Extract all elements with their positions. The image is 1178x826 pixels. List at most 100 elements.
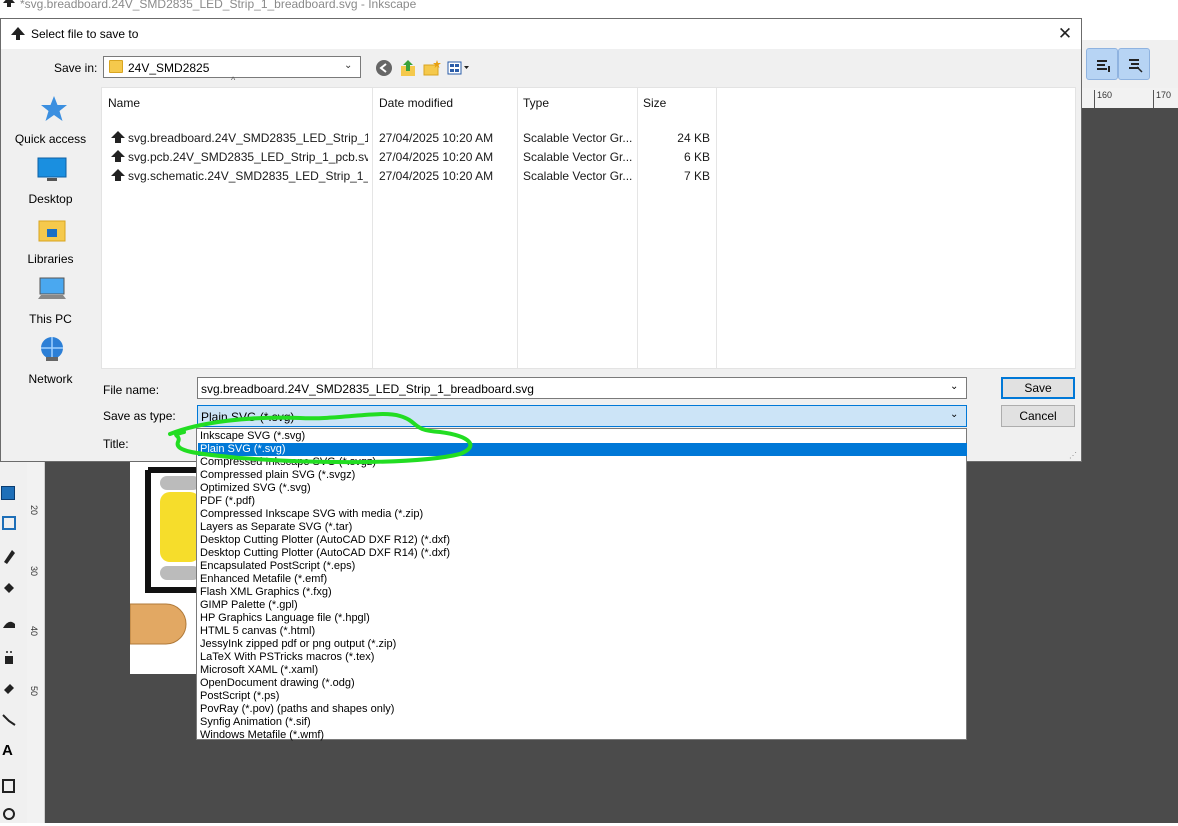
option-html5-canvas[interactable]: HTML 5 canvas (*.html)	[198, 625, 967, 638]
align-button[interactable]	[1086, 48, 1118, 80]
libraries-icon	[38, 220, 66, 242]
pen-tool-icon[interactable]	[2, 548, 24, 568]
column-header-date[interactable]: Date modified	[379, 96, 453, 110]
chevron-down-icon: ⌄	[950, 409, 959, 420]
ruler-tick-label: 30	[29, 565, 40, 577]
places-bar: Quick access Desktop Libraries This PC N…	[3, 87, 96, 387]
back-arrow-icon	[379, 63, 387, 73]
bucket-tool-icon[interactable]	[2, 580, 24, 600]
spray-tool-icon[interactable]	[2, 650, 24, 670]
option-jessyink-zip[interactable]: JessyInk zipped pdf or png output (*.zip…	[198, 638, 967, 651]
dialog-titlebar: Select file to save to ✕	[1, 19, 1081, 49]
horizontal-ruler: 160 170	[1082, 88, 1178, 109]
column-header-type[interactable]: Type	[523, 96, 549, 110]
svg-file-icon	[111, 150, 125, 162]
folder-icon	[109, 60, 123, 73]
ruler-tick-label: 160	[1097, 90, 1113, 100]
ruler-tick-label: 50	[29, 685, 40, 697]
option-inkscape-svg-media-zip[interactable]: Compressed Inkscape SVG with media (*.zi…	[198, 508, 967, 521]
inkscape-logo-icon	[11, 27, 25, 40]
option-gpl[interactable]: GIMP Palette (*.gpl)	[198, 599, 967, 612]
option-layers-tar[interactable]: Layers as Separate SVG (*.tar)	[198, 521, 967, 534]
chevron-down-icon: ⌄	[344, 60, 353, 71]
option-dxf-r14[interactable]: Desktop Cutting Plotter (AutoCAD DXF R14…	[198, 547, 967, 560]
text-tool-icon[interactable]: A	[2, 742, 24, 762]
eraser-tool-icon[interactable]	[2, 680, 24, 700]
place-libraries[interactable]: Libraries	[3, 215, 98, 271]
option-xaml[interactable]: Microsoft XAML (*.xaml)	[198, 664, 967, 677]
column-header-size[interactable]: Size	[643, 96, 666, 110]
option-optimized-svg[interactable]: Optimized SVG (*.svg)	[198, 482, 967, 495]
up-folder-icon	[401, 60, 415, 76]
inkscape-logo-icon	[3, 0, 15, 7]
option-dxf-r12[interactable]: Desktop Cutting Plotter (AutoCAD DXF R12…	[198, 534, 967, 547]
column-header-name[interactable]: Name	[108, 96, 140, 110]
window-title: *svg.breadboard.24V_SMD2835_LED_Strip_1_…	[20, 0, 417, 11]
inkscape-toolbox: A	[0, 440, 27, 823]
view-menu-icon	[447, 61, 469, 75]
file-name-input[interactable]: svg.breadboard.24V_SMD2835_LED_Strip_1_b…	[197, 377, 967, 399]
up-folder-button[interactable]	[400, 59, 416, 77]
align-icon	[1097, 60, 1110, 72]
svg-file-icon	[111, 169, 125, 181]
option-hpgl[interactable]: HP Graphics Language file (*.hpgl)	[198, 612, 967, 625]
table-row[interactable]: svg.pcb.24V_SMD2835_LED_Strip_1_pcb.svg …	[102, 149, 722, 167]
file-name-value: svg.breadboard.24V_SMD2835_LED_Strip_1_b…	[201, 382, 534, 396]
option-fxg[interactable]: Flash XML Graphics (*.fxg)	[198, 586, 967, 599]
inkscape-toolbar	[1082, 40, 1178, 88]
dialog-title: Select file to save to	[31, 27, 139, 41]
option-povray[interactable]: PovRay (*.pov) (paths and shapes only)	[198, 703, 967, 716]
distribute-button[interactable]	[1118, 48, 1150, 80]
place-this-pc[interactable]: This PC	[3, 275, 98, 331]
gradient-tool-icon[interactable]	[2, 778, 24, 798]
cancel-button[interactable]: Cancel	[1001, 405, 1075, 427]
option-ps[interactable]: PostScript (*.ps)	[198, 690, 967, 703]
resize-grip-icon[interactable]: ⋰	[1069, 451, 1077, 460]
tweak-tool-icon[interactable]	[2, 616, 24, 636]
option-pdf[interactable]: PDF (*.pdf)	[198, 495, 967, 508]
ruler-tick-label: 170	[1156, 90, 1172, 100]
option-emf[interactable]: Enhanced Metafile (*.emf)	[198, 573, 967, 586]
new-folder-icon	[423, 60, 441, 76]
option-synfig[interactable]: Synfig Animation (*.sif)	[198, 716, 967, 729]
close-icon: ✕	[1057, 24, 1073, 43]
back-button[interactable]	[376, 60, 392, 76]
svg-file-icon	[111, 131, 125, 143]
connector-tool-icon[interactable]	[2, 712, 24, 732]
save-button[interactable]: Save	[1001, 377, 1075, 399]
network-icon	[41, 337, 63, 361]
save-in-value: 24V_SMD2825	[128, 61, 210, 75]
place-quick-access[interactable]: Quick access	[3, 95, 98, 151]
zoom-tool-icon[interactable]	[2, 806, 24, 826]
rect-tool-icon[interactable]	[1, 486, 15, 500]
vertical-ruler: 20 30 40 50	[27, 440, 45, 823]
sort-arrow-icon: ^	[231, 75, 236, 85]
save-file-dialog: Select file to save to ✕ Save in: 24V_SM…	[0, 18, 1082, 462]
place-desktop[interactable]: Desktop	[3, 155, 98, 211]
file-name-label: File name:	[103, 383, 160, 397]
annotation-ellipse	[168, 412, 473, 465]
option-wmf[interactable]: Windows Metafile (*.wmf)	[198, 729, 967, 742]
title-label: Title:	[103, 437, 129, 451]
close-button[interactable]: ✕	[1053, 23, 1077, 45]
option-eps[interactable]: Encapsulated PostScript (*.eps)	[198, 560, 967, 573]
option-compressed-plain-svg[interactable]: Compressed plain SVG (*.svgz)	[198, 469, 967, 482]
led-strip-drawing	[129, 467, 200, 645]
option-odg[interactable]: OpenDocument drawing (*.odg)	[198, 677, 967, 690]
ruler-tick-label: 20	[29, 504, 40, 516]
distribute-icon	[1129, 59, 1143, 73]
save-type-dropdown-list[interactable]: Inkscape SVG (*.svg) Plain SVG (*.svg) C…	[196, 428, 967, 742]
chevron-down-icon[interactable]: ⌄	[950, 381, 958, 392]
option-latex-pstricks[interactable]: LaTeX With PSTricks macros (*.tex)	[198, 651, 967, 664]
spiral-tool-icon[interactable]	[2, 516, 24, 536]
star-icon	[41, 96, 67, 121]
file-list[interactable]: Name Date modified Type Size svg.breadbo…	[101, 87, 1076, 369]
save-in-label: Save in:	[54, 61, 98, 75]
canvas-page	[129, 462, 200, 674]
new-folder-button[interactable]	[423, 59, 441, 77]
place-network[interactable]: Network	[3, 335, 98, 391]
computer-icon	[38, 277, 66, 299]
table-row[interactable]: svg.schematic.24V_SMD2835_LED_Strip_1_sc…	[102, 168, 722, 186]
view-menu-button[interactable]	[447, 60, 471, 76]
table-row[interactable]: svg.breadboard.24V_SMD2835_LED_Strip_1_.…	[102, 130, 722, 148]
